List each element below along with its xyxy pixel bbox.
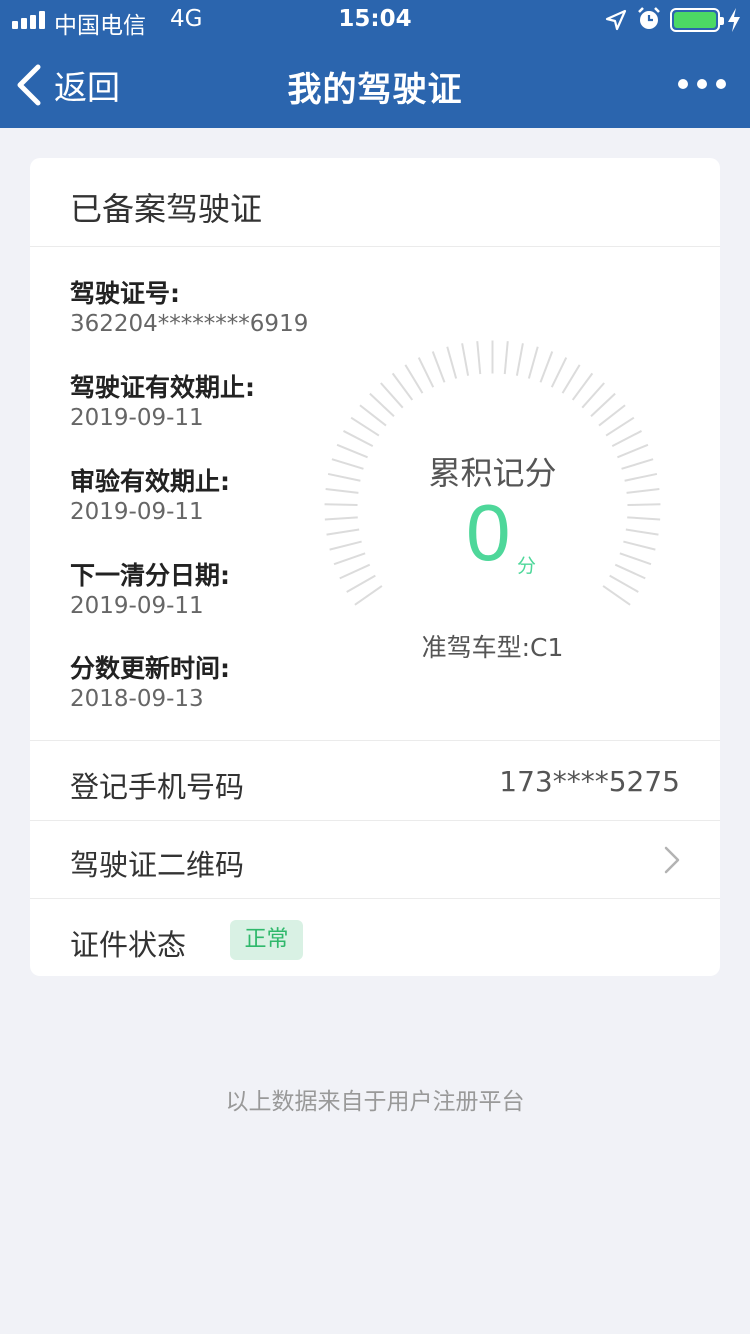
gauge-tick xyxy=(623,540,656,551)
gauge-tick xyxy=(605,416,635,437)
phone-value: 173****5275 xyxy=(499,765,680,798)
gauge-tick xyxy=(503,341,509,375)
gauge-tick xyxy=(369,392,395,417)
gauge-tick xyxy=(625,528,659,536)
battery-icon xyxy=(670,8,724,32)
inspection-expiry-value: 2019-09-11 xyxy=(70,499,204,525)
status-badge: 正常 xyxy=(230,920,303,960)
score-update-time-value: 2018-09-13 xyxy=(70,686,204,712)
chevron-right-icon xyxy=(664,846,680,874)
location-arrow-icon xyxy=(605,9,627,31)
ellipsis-icon xyxy=(678,79,688,89)
gauge-tick xyxy=(476,341,482,375)
license-expiry-value: 2019-09-11 xyxy=(70,405,204,431)
gauge-tick xyxy=(550,357,568,388)
gauge-tick xyxy=(598,404,626,427)
qr-code-label: 驾驶证二维码 xyxy=(70,848,245,882)
gauge-tick xyxy=(590,392,616,417)
license-number-label: 驾驶证号: xyxy=(70,279,180,308)
next-clear-date-value: 2019-09-11 xyxy=(70,593,204,619)
gauge-tick xyxy=(446,346,458,379)
gauge-tick xyxy=(324,516,358,521)
gauge-tick xyxy=(333,552,366,566)
gauge-tick xyxy=(324,503,358,507)
gauge-tick xyxy=(527,346,539,379)
license-card: 已备案驾驶证 驾驶证号: 362204********6919 驾驶证有效期止:… xyxy=(30,158,720,976)
gauge-tick xyxy=(391,372,414,401)
gauge-tick xyxy=(539,351,554,383)
gauge-tick xyxy=(350,416,380,437)
next-clear-date-label: 下一清分日期: xyxy=(70,561,230,590)
divider xyxy=(30,898,720,899)
gauge-tick xyxy=(609,574,639,593)
gauge-tick xyxy=(339,563,371,580)
card-title: 已备案驾驶证 xyxy=(70,190,263,228)
score-unit: 分 xyxy=(517,555,537,577)
charging-bolt-icon xyxy=(728,8,740,32)
gauge-tick xyxy=(343,430,374,448)
gauge-tick xyxy=(461,343,470,376)
license-expiry-label: 驾驶证有效期止: xyxy=(70,373,255,402)
gauge-tick xyxy=(581,382,605,409)
gauge-tick xyxy=(627,503,661,507)
divider xyxy=(30,246,720,247)
status-bar: 中国电信 4G 15:04 xyxy=(0,0,750,40)
divider xyxy=(30,740,720,741)
gauge-tick xyxy=(614,563,646,580)
gauge-tick xyxy=(431,351,446,383)
nav-bar: 返回 我的驾驶证 xyxy=(0,40,750,128)
gauge-tick xyxy=(404,364,424,394)
more-button[interactable] xyxy=(678,72,726,96)
status-label: 证件状态 xyxy=(70,928,187,962)
gauge-tick xyxy=(354,585,383,606)
footer-note: 以上数据来自于用户注册平台 xyxy=(225,1089,525,1115)
gauge-tick xyxy=(571,372,594,401)
gauge-tick xyxy=(417,357,435,388)
car-type: 准驾车型:C1 xyxy=(421,633,564,662)
license-number-value: 362204********6919 xyxy=(70,311,309,337)
gauge-tick xyxy=(619,552,652,566)
gauge-tick xyxy=(326,528,360,536)
phone-label: 登记手机号码 xyxy=(70,770,245,804)
gauge-tick xyxy=(627,516,661,521)
gauge-tick xyxy=(561,364,581,394)
gauge-tick xyxy=(329,540,362,551)
gauge-tick xyxy=(515,343,524,376)
inspection-expiry-label: 审验有效期止: xyxy=(70,467,230,496)
gauge-tick xyxy=(611,430,642,448)
gauge-tick xyxy=(346,574,376,593)
divider xyxy=(30,820,720,821)
gauge-tick xyxy=(602,585,631,606)
gauge-tick xyxy=(359,404,387,427)
page-title: 我的驾驶证 xyxy=(287,70,463,110)
score-value: 0 xyxy=(466,488,511,577)
gauge-tick xyxy=(380,382,404,409)
alarm-clock-icon xyxy=(638,7,660,29)
score-update-time-label: 分数更新时间: xyxy=(70,654,230,683)
